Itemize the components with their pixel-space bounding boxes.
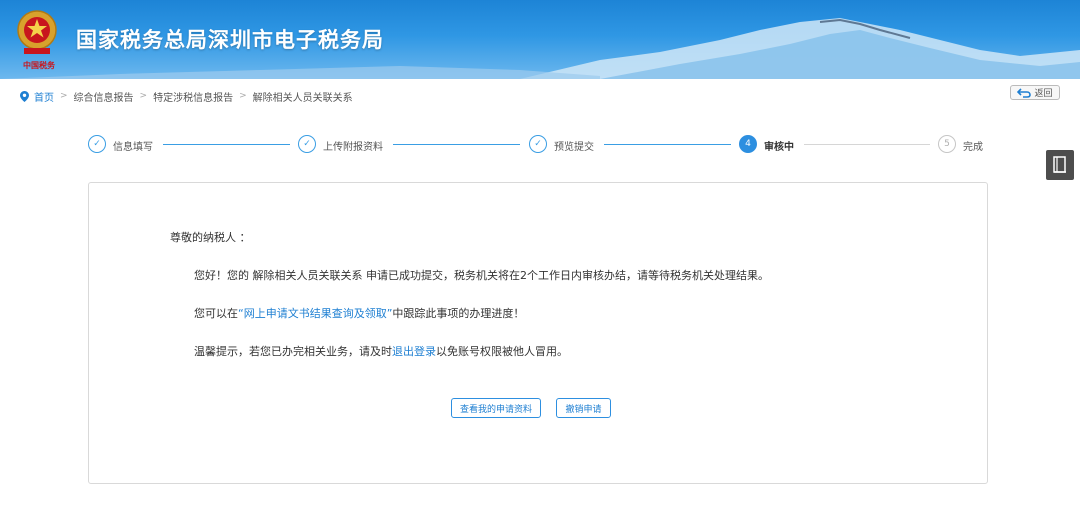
step-2-label: 上传附报资料 bbox=[323, 142, 383, 153]
tax-emblem-icon bbox=[17, 10, 57, 54]
step-4-marker: 4 bbox=[739, 135, 757, 153]
breadcrumb-item-current: 解除相关人员关联关系 bbox=[252, 92, 353, 104]
greeting-text: 尊敬的纳税人 ： bbox=[170, 231, 251, 244]
step-connector bbox=[804, 144, 930, 145]
back-arrow-icon bbox=[1017, 87, 1032, 98]
step-1-check-icon: ✓ bbox=[88, 135, 106, 153]
tip-prefix: 温馨提示，若您已办完相关业务，请及时 bbox=[194, 345, 392, 358]
back-button-label: 返回 bbox=[1034, 89, 1053, 99]
side-guide-button[interactable] bbox=[1046, 150, 1074, 180]
back-button[interactable]: 返回 bbox=[1010, 85, 1060, 100]
breadcrumb: 首页 > 综合信息报告 > 特定涉税信息报告 > 解除相关人员关联关系 bbox=[20, 88, 353, 104]
logout-link[interactable]: 退出登录 bbox=[392, 345, 436, 358]
step-2-check-icon: ✓ bbox=[298, 135, 316, 153]
track-progress-text: 您可以在“网上申请文书结果查询及领取”中跟踪此事项的办理进度！ bbox=[194, 305, 524, 321]
track-prefix: 您可以在 bbox=[194, 307, 238, 320]
step-connector bbox=[393, 144, 520, 145]
step-connector bbox=[163, 144, 290, 145]
book-icon bbox=[1053, 156, 1066, 173]
step-3-check-icon: ✓ bbox=[529, 135, 547, 153]
step-4-label: 审核中 bbox=[764, 142, 794, 153]
result-card: 尊敬的纳税人 ： 您好！您的 解除相关人员关联关系 申请已成功提交，税务机关将在… bbox=[88, 182, 988, 484]
step-5-marker: 5 bbox=[938, 135, 956, 153]
progress-stepper: ✓ 信息填写 ✓ 上传附报资料 ✓ 预览提交 4 审核中 5 完成 bbox=[88, 135, 988, 155]
breadcrumb-home[interactable]: 首页 bbox=[34, 89, 54, 104]
step-5-label: 完成 bbox=[963, 142, 983, 153]
step-1-label: 信息填写 bbox=[113, 142, 153, 153]
query-results-link[interactable]: “网上申请文书结果查询及领取” bbox=[238, 307, 392, 320]
breadcrumb-item-specific-report[interactable]: 特定涉税信息报告 bbox=[153, 89, 233, 104]
site-header: 中国税务 国家税务总局深圳市电子税务局 bbox=[0, 0, 1080, 79]
cancel-application-button[interactable]: 撤销申请 bbox=[556, 398, 611, 418]
view-application-button[interactable]: 查看我的申请资料 bbox=[451, 398, 541, 418]
emblem-caption: 中国税务 bbox=[23, 60, 55, 70]
breadcrumb-item-general-report[interactable]: 综合信息报告 bbox=[74, 89, 134, 104]
location-pin-icon bbox=[20, 90, 29, 102]
submit-success-text: 您好！您的 解除相关人员关联关系 申请已成功提交，税务机关将在2个工作日内审核办… bbox=[194, 269, 769, 282]
logout-tip-text: 温馨提示，若您已办完相关业务，请及时退出登录以免账号权限被他人冒用。 bbox=[194, 343, 568, 359]
step-3-label: 预览提交 bbox=[554, 142, 594, 153]
track-suffix: 中跟踪此事项的办理进度！ bbox=[392, 307, 525, 320]
tip-suffix: 以免账号权限被他人冒用。 bbox=[436, 345, 568, 358]
step-connector bbox=[604, 144, 731, 145]
breadcrumb-separator: > bbox=[239, 91, 247, 101]
breadcrumb-separator: > bbox=[60, 91, 68, 101]
site-title: 国家税务总局深圳市电子税务局 bbox=[76, 28, 384, 52]
breadcrumb-separator: > bbox=[139, 91, 148, 101]
